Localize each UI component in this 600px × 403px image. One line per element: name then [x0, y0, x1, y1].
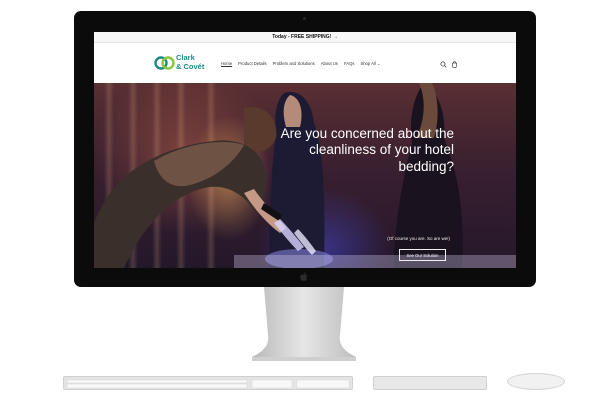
nav-item-shop-all[interactable]: Shop All ⌄ — [360, 61, 380, 66]
arrow-right-icon: → — [332, 34, 338, 40]
brand-logo-mark-icon — [154, 56, 175, 70]
announcement-bar[interactable]: Today - FREE SHIPPING! → — [94, 32, 516, 43]
nav-item-home[interactable]: Home — [221, 61, 232, 66]
main-nav: Home Product Details Problem and Solutio… — [221, 61, 381, 66]
keyboard — [63, 376, 353, 390]
nav-item-product-details[interactable]: Product Details — [238, 61, 266, 66]
magic-mouse — [507, 373, 565, 390]
hero-photo-people — [94, 83, 516, 268]
chevron-down-icon: ⌄ — [376, 61, 381, 66]
hero-banner: Are you concerned about the cleanliness … — [94, 83, 516, 268]
hero-heading: Are you concerned about the cleanliness … — [280, 126, 454, 174]
cart-icon[interactable] — [451, 61, 458, 68]
nav-item-problem-and-solutions[interactable]: Problem and Solutions — [273, 61, 315, 66]
brand-line-2: & Covét — [176, 61, 205, 71]
imac-stand — [252, 287, 356, 361]
search-icon[interactable] — [440, 61, 447, 68]
nav-item-about-us[interactable]: About Us — [321, 61, 338, 66]
hero-subheading: (Of course you are. So are we!) — [387, 236, 450, 241]
nav-item-shop-all-label: Shop All — [360, 61, 376, 66]
announcement-text: Today - FREE SHIPPING! — [272, 34, 332, 40]
trackpad — [373, 376, 487, 390]
camera-dot — [303, 17, 306, 20]
see-our-solution-button[interactable]: See Our Solution — [399, 249, 446, 261]
brand-name: Clark & Covét — [176, 53, 205, 71]
apple-logo-icon — [300, 272, 308, 281]
imac-display: Today - FREE SHIPPING! → Clark & Covét H… — [74, 11, 536, 287]
nav-item-faqs[interactable]: FAQs — [344, 61, 354, 66]
website-screen: Today - FREE SHIPPING! → Clark & Covét H… — [94, 32, 516, 268]
brand-logo[interactable]: Clark & Covét — [154, 53, 214, 75]
keyboard-keys — [66, 379, 350, 389]
site-header: Clark & Covét Home Product Details Probl… — [94, 43, 516, 83]
